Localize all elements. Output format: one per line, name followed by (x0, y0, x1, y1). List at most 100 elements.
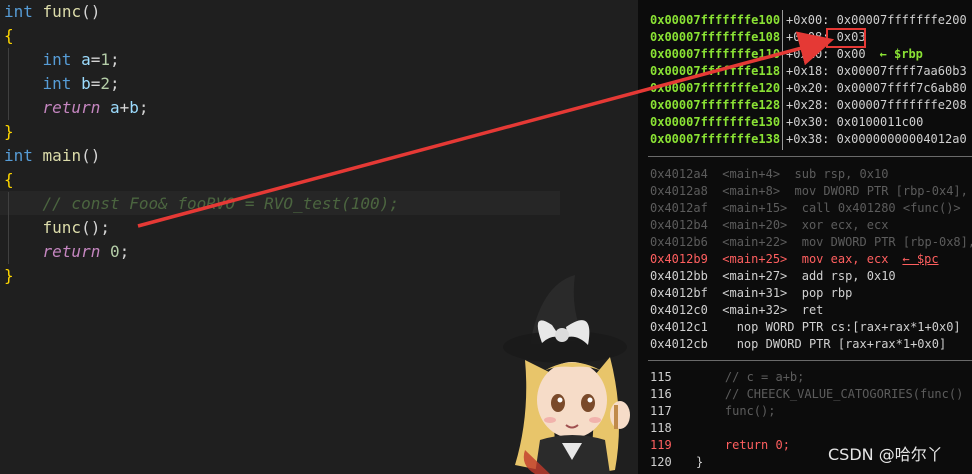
code-line-6[interactable]: } (4, 120, 14, 144)
code-line-12[interactable]: } (4, 264, 14, 288)
number: 2 (100, 74, 110, 93)
stack-offset: +0x08: (786, 30, 830, 44)
source-code: func(); (696, 404, 776, 418)
source-line-number: 120 (650, 455, 672, 469)
variable: a (109, 98, 120, 117)
instruction-text: 0x4012bf <main+31> pop rbp (650, 286, 853, 300)
disassembly-row: 0x4012b9 <main+25> mov eax, ecx ← $pc (650, 251, 939, 268)
instruction-text: 0x4012b9 <main+25> mov eax, ecx (650, 252, 889, 266)
source-row: 119 return 0; (650, 437, 790, 454)
stack-offset: +0x28: (786, 98, 830, 112)
stack-address: 0x00007fffffffe108 (650, 30, 781, 44)
source-row: 118 (650, 420, 696, 437)
stack-row: 0x00007fffffffe138 +0x38: 0x0000000000401… (650, 131, 972, 148)
section-divider (648, 156, 972, 157)
disassembly-row: 0x4012a4 <main+4> sub rsp, 0x10 (650, 166, 902, 183)
instruction-text: 0x4012a4 <main+4> sub rsp, 0x10 (650, 167, 889, 181)
semicolon: ; (138, 98, 149, 117)
highlight-box (826, 28, 866, 48)
stack-address: 0x00007fffffffe110 (650, 47, 781, 61)
stack-row: 0x00007fffffffe110 +0x10: 0x00 ← $rbp (650, 46, 923, 63)
instruction-text: 0x4012c0 <main+32> ret (650, 303, 824, 317)
stack-offset: +0x18: (786, 64, 830, 78)
source-code: // CHEECK_VALUE_CATOGORIES(func() (696, 387, 964, 401)
stack-value: 0x00000000004012a0 (836, 132, 967, 146)
stack-value: 0x00 (836, 47, 866, 61)
stack-offset: +0x10: (786, 47, 830, 61)
stack-address: 0x00007fffffffe130 (650, 115, 781, 129)
stack-address: 0x00007fffffffe120 (650, 81, 781, 95)
operator: + (119, 98, 130, 117)
stack-address: 0x00007fffffffe118 (650, 64, 781, 78)
parens: () (81, 2, 101, 21)
brace: } (4, 122, 14, 141)
code-line-8[interactable]: { (4, 168, 14, 192)
disassembly-row: 0x4012af <main+15> call 0x401280 <func()… (650, 200, 972, 217)
number: 1 (100, 50, 110, 69)
disassembly-row: 0x4012a8 <main+8> mov DWORD PTR [rbp-0x4… (650, 183, 972, 200)
stack-row: 0x00007fffffffe118 +0x18: 0x00007ffff7aa6… (650, 63, 972, 80)
section-divider (648, 360, 972, 361)
instruction-text: 0x4012b4 <main+20> xor ecx, ecx (650, 218, 889, 232)
disassembly-row: 0x4012b6 <main+22> mov DWORD PTR [rbp-0x… (650, 234, 972, 251)
stack-row: 0x00007fffffffe120 +0x20: 0x00007ffff7c6a… (650, 80, 972, 97)
keyword-return: return (42, 98, 101, 117)
source-row: 117 func(); (650, 403, 775, 420)
code-line-10[interactable]: func(); (4, 216, 110, 240)
stack-value: 0x00007fffffffe200 (836, 13, 967, 27)
number: 0 (109, 242, 120, 261)
register-marker: ← $rbp (879, 47, 923, 61)
pc-marker: ← $pc (902, 252, 939, 266)
stack-address: 0x00007fffffffe138 (650, 132, 781, 146)
brace: { (4, 170, 14, 189)
stack-address: 0x00007fffffffe128 (650, 98, 781, 112)
keyword-return: return (42, 242, 101, 261)
code-line-11[interactable]: return 0; (4, 240, 130, 264)
source-code: } (696, 455, 704, 469)
semicolon: ; (110, 74, 120, 93)
source-line-number: 115 (650, 370, 672, 384)
disassembly-row: 0x4012c1 nop WORD PTR cs:[rax+rax*1+0x0] (650, 319, 972, 336)
source-row: 116 // CHEECK_VALUE_CATOGORIES(func() (650, 386, 963, 403)
source-line-number: 117 (650, 404, 672, 418)
code-line-1[interactable]: int func() (4, 0, 100, 24)
instruction-text: 0x4012af <main+15> call 0x401280 <func()… (650, 201, 961, 215)
stack-offset: +0x20: (786, 81, 830, 95)
stack-offset: +0x00: (786, 13, 830, 27)
keyword: int (4, 2, 33, 21)
code-line-3[interactable]: int a=1; (4, 48, 120, 72)
variable: b (81, 74, 91, 93)
source-line-number: 116 (650, 387, 672, 401)
semicolon: ; (110, 50, 120, 69)
function-name: func (42, 2, 82, 21)
stack-offset: +0x38: (786, 132, 830, 146)
parens: () (81, 146, 101, 165)
code-line-4[interactable]: int b=2; (4, 72, 120, 96)
semicolon: ; (119, 242, 130, 261)
instruction-text: 0x4012cb nop DWORD PTR [rax+rax*1+0x0] (650, 337, 947, 351)
code-line-7[interactable]: int main() (4, 144, 100, 168)
instruction-text: 0x4012b6 <main+22> mov DWORD PTR [rbp-0x… (650, 235, 972, 249)
function-call: func (42, 218, 82, 237)
code-line-2[interactable]: { (4, 24, 14, 48)
source-line-number: 119 (650, 438, 672, 452)
variable: a (81, 50, 91, 69)
disassembly-row: 0x4012bb <main+27> add rsp, 0x10 (650, 268, 910, 285)
stack-value: 0x0100011c00 (836, 115, 924, 129)
call-parens: (); (81, 218, 110, 237)
keyword: int (4, 146, 33, 165)
brace: { (4, 26, 14, 45)
instruction-text: 0x4012a8 <main+8> mov DWORD PTR [rbp-0x4… (650, 184, 972, 198)
code-line-5[interactable]: return a+b; (4, 96, 149, 120)
source-row: 115 // c = a+b; (650, 369, 804, 386)
code-line-9[interactable]: // const Foo& fooRVO = RVO_test(100); (4, 192, 399, 216)
function-name: main (42, 146, 82, 165)
brace: } (4, 266, 14, 285)
stack-row: 0x00007fffffffe100 +0x00: 0x00007fffffffe… (650, 12, 972, 29)
debugger-terminal-pane[interactable]: 0x00007fffffffe100 +0x00: 0x00007fffffffe… (638, 0, 972, 474)
stack-offset: +0x30: (786, 115, 830, 129)
keyword: int (42, 74, 72, 93)
disassembly-row: 0x4012b4 <main+20> xor ecx, ecx (650, 217, 902, 234)
instruction-text: 0x4012c1 nop WORD PTR cs:[rax+rax*1+0x0] (650, 320, 961, 334)
stack-value: 0x00007ffff7aa60b3 (836, 64, 967, 78)
